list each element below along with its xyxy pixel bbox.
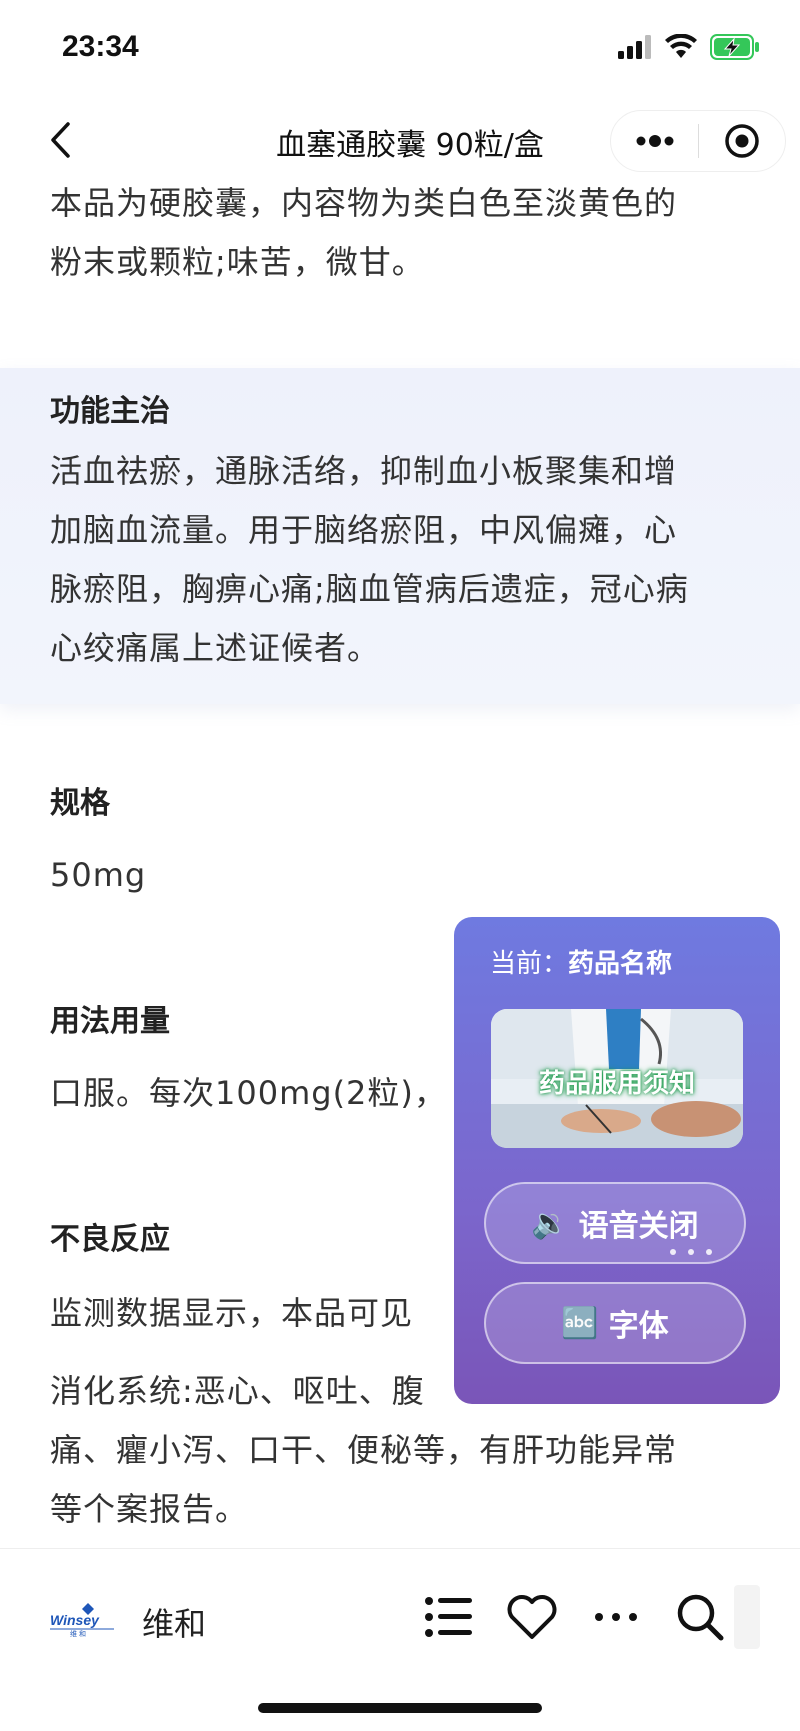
section-title-function: 功能主治: [50, 394, 170, 429]
function-line: 脉瘀阻，胸痹心痛;脑血管病后遗症，冠心病: [50, 570, 689, 608]
home-indicator: [258, 1703, 542, 1713]
nav-bar: 血塞通胶囊 90粒/盒: [0, 100, 800, 182]
medication-notice-banner[interactable]: 药品服用须知: [491, 1009, 743, 1148]
description-line: 本品为硬胶囊，内容物为类白色至淡黄色的: [50, 184, 678, 222]
status-bar: 23:34: [0, 0, 800, 100]
bottom-toolbar: Winsey 维 和 维和: [0, 1548, 800, 1688]
section-title-adverse: 不良反应: [50, 1222, 170, 1257]
description-line: 粉末或颗粒;味苦，微甘。: [50, 243, 425, 281]
close-mini-program-button[interactable]: [699, 111, 785, 171]
font-size-button[interactable]: 🔤 字体: [484, 1282, 746, 1364]
mini-program-capsule: [610, 110, 786, 172]
ellipsis-icon: [595, 1613, 637, 1621]
search-button[interactable]: [672, 1589, 728, 1645]
back-button[interactable]: [40, 116, 80, 164]
function-line: 活血祛瘀，通脉活络，抑制血小板聚集和增: [50, 452, 678, 490]
adverse-line: 痛、癯小泻、口干、便秘等，有肝功能异常: [50, 1431, 678, 1469]
menu-list-button[interactable]: [420, 1589, 476, 1645]
favorite-button[interactable]: [504, 1589, 560, 1645]
description-text: 本品为硬胶囊，内容物为类白色至淡黄色的 粉末或颗粒;味苦，微甘。: [0, 180, 727, 292]
svg-text:Winsey: Winsey: [50, 1612, 100, 1628]
cellular-signal-icon: [618, 35, 651, 59]
adverse-line-1: 监测数据显示，本品可见: [50, 1294, 414, 1332]
current-reading-label: 当前：药品名称: [490, 943, 672, 980]
list-icon: [425, 1597, 472, 1637]
current-value: 药品名称: [568, 949, 673, 979]
banner-title: 药品服用须知: [538, 1069, 695, 1099]
winsey-logo: Winsey 维 和: [50, 1603, 114, 1637]
heart-icon: [507, 1595, 557, 1639]
battery-charging-icon: [710, 34, 759, 60]
accessibility-float-panel[interactable]: 当前：药品名称 药品服用须知 🔉 语音关闭 🔤 字体: [454, 917, 780, 1404]
section-title-usage: 用法用量: [50, 1004, 170, 1039]
more-button[interactable]: [611, 111, 698, 171]
current-label: 当前：: [490, 949, 569, 979]
function-section-highlight: 功能主治 活血祛瘀，通脉活络，抑制血小板聚集和增 加脑血流量。用于脑络瘀阻，中风…: [0, 368, 800, 704]
function-text: 活血祛瘀，通脉活络，抑制血小板聚集和增 加脑血流量。用于脑络瘀阻，中风偏瘫，心 …: [0, 442, 739, 678]
section-title-spec: 规格: [50, 786, 110, 821]
abc-input-icon: 🔤: [561, 1305, 599, 1341]
function-line: 加脑血流量。用于脑络瘀阻，中风偏瘫，心: [50, 511, 678, 549]
side-tab-handle[interactable]: [734, 1585, 760, 1649]
chevron-left-icon: [51, 122, 70, 158]
target-close-icon: [725, 124, 759, 158]
status-icons: [618, 34, 760, 60]
font-size-label: 字体: [608, 1309, 669, 1344]
search-icon: [677, 1594, 724, 1641]
spec-value: 50mg: [50, 856, 147, 894]
brand-name[interactable]: 维和: [142, 1599, 206, 1645]
svg-text:维 和: 维 和: [70, 1629, 86, 1637]
page-title: 血塞通胶囊 90粒/盒: [276, 128, 544, 163]
usage-text: 口服。每次100mg(2粒)，: [50, 1074, 447, 1112]
function-line: 心绞痛属上述证候者。: [50, 629, 381, 667]
adverse-line: 等个案报告。: [50, 1490, 249, 1528]
voice-toggle-label: 语音关闭: [578, 1209, 699, 1244]
more-options-button[interactable]: [588, 1589, 644, 1645]
more-dots-icon: [636, 135, 673, 147]
wifi-icon: [665, 34, 697, 58]
status-time: 23:34: [62, 30, 139, 63]
pagination-dots: [670, 1249, 712, 1255]
speaker-icon: 🔉: [531, 1205, 569, 1241]
